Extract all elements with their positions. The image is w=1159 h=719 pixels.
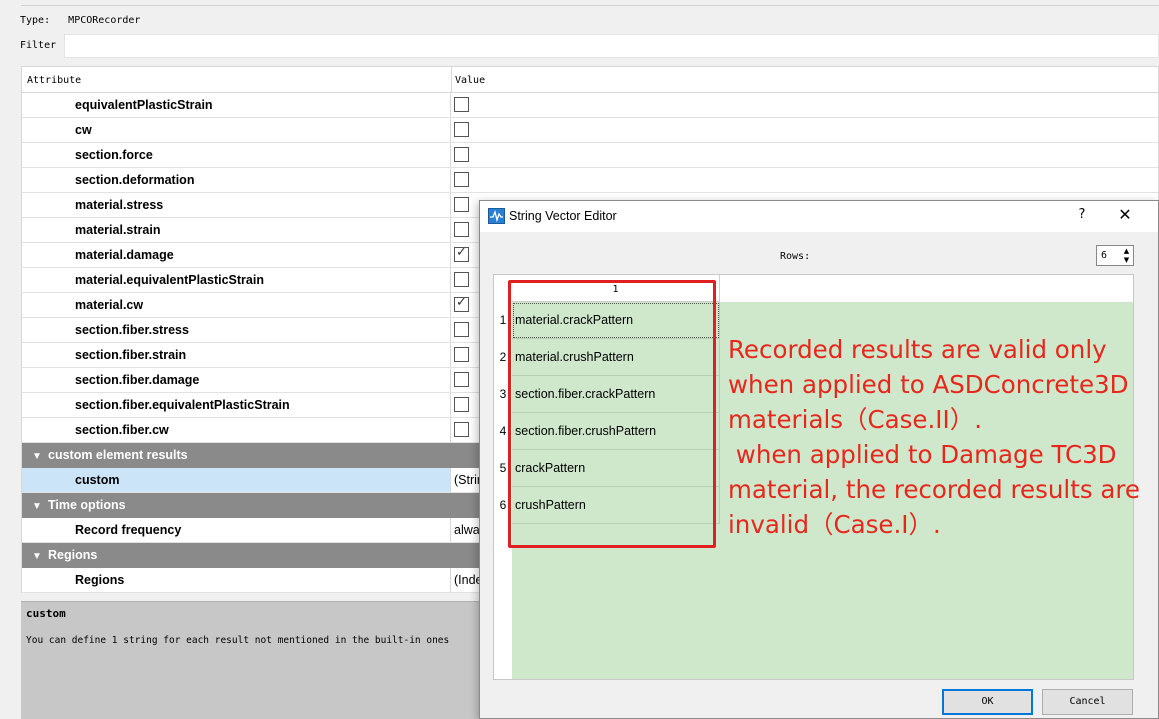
description-panel: custom You can define 1 string for each … (21, 601, 481, 719)
value-checkbox[interactable] (454, 197, 469, 212)
filter-input[interactable] (64, 34, 1159, 58)
collapse-arrow-icon[interactable]: ▼ (32, 494, 48, 519)
rows-label: Rows: (780, 251, 811, 262)
row-name: section.fiber.damage (22, 368, 451, 392)
close-icon[interactable]: ✕ (1116, 205, 1134, 224)
row-number[interactable]: 1 (494, 302, 512, 339)
dialog-titlebar[interactable]: String Vector Editor ? ✕ (480, 201, 1158, 232)
grid-header: Attribute Value (22, 67, 1158, 93)
annotation-text: Recorded results are valid only when app… (728, 335, 1140, 539)
row-name: section.fiber.stress (22, 318, 451, 342)
row-name: material.strain (22, 218, 451, 242)
value-checkbox[interactable] (454, 397, 469, 412)
section-label: Regions (48, 548, 98, 562)
ok-button[interactable]: OK (942, 689, 1033, 715)
row-name: section.fiber.strain (22, 343, 451, 367)
type-label: Type: (20, 15, 51, 26)
row-name: Record frequency (22, 518, 451, 542)
rows-spinbox[interactable]: 6 ▲ ▼ (1096, 245, 1134, 266)
row-name: section.fiber.equivalentPlasticStrain (22, 393, 451, 417)
help-icon[interactable]: ? (1074, 207, 1090, 222)
row-number[interactable]: 3 (494, 376, 512, 413)
description-text: You can define 1 string for each result … (26, 635, 450, 646)
attribute-column-header: Attribute (27, 75, 82, 86)
section-label: Time options (48, 498, 126, 512)
filter-label: Filter (20, 40, 57, 51)
table-cell[interactable]: crackPattern (512, 450, 720, 487)
value-checkbox[interactable] (454, 272, 469, 287)
grid-row[interactable]: section.deformation (22, 168, 1158, 193)
dialog-title: String Vector Editor (509, 209, 617, 223)
app-icon (488, 208, 505, 224)
row-name: equivalentPlasticStrain (22, 93, 451, 117)
value-checkbox[interactable] (454, 172, 469, 187)
value-checkbox[interactable] (454, 222, 469, 237)
grid-row[interactable]: section.force (22, 143, 1158, 168)
row-number[interactable]: 2 (494, 339, 512, 376)
section-label: custom element results (48, 448, 188, 462)
row-name: material.stress (22, 193, 451, 217)
value-checkbox[interactable] (454, 295, 469, 312)
table-cell[interactable]: material.crackPattern (512, 302, 720, 339)
column-header[interactable]: 1 (512, 275, 720, 302)
value-checkbox[interactable] (454, 347, 469, 362)
description-title: custom (26, 607, 66, 620)
value-checkbox[interactable] (454, 322, 469, 337)
row-name: section.fiber.cw (22, 418, 451, 442)
rows-value: 6 (1101, 250, 1108, 261)
row-name: cw (22, 118, 451, 142)
value-column-header: Value (455, 75, 486, 86)
grid-row[interactable]: equivalentPlasticStrain (22, 93, 1158, 118)
row-name: material.damage (22, 243, 451, 267)
spin-down-icon[interactable]: ▼ (1121, 256, 1132, 265)
value-checkbox[interactable] (454, 147, 469, 162)
table-cell[interactable]: material.crushPattern (512, 339, 720, 376)
value-checkbox[interactable] (454, 372, 469, 387)
value-checkbox[interactable] (454, 97, 469, 112)
value-checkbox[interactable] (454, 122, 469, 137)
cancel-button[interactable]: Cancel (1042, 689, 1133, 715)
table-cell[interactable]: crushPattern (512, 487, 720, 524)
row-name: material.cw (22, 293, 451, 317)
row-number[interactable]: 5 (494, 450, 512, 487)
row-name: Regions (22, 568, 451, 592)
collapse-arrow-icon[interactable]: ▼ (32, 544, 48, 569)
left-margin (0, 0, 21, 719)
grid-row[interactable]: cw (22, 118, 1158, 143)
type-row: Type: MPCORecorder (20, 15, 140, 29)
row-name: material.equivalentPlasticStrain (22, 268, 451, 292)
row-number[interactable]: 6 (494, 487, 512, 524)
row-number[interactable]: 4 (494, 413, 512, 450)
type-value: MPCORecorder (68, 15, 141, 26)
value-checkbox[interactable] (454, 245, 469, 262)
spin-up-icon[interactable]: ▲ (1121, 247, 1132, 256)
row-name: section.deformation (22, 168, 451, 192)
collapse-arrow-icon[interactable]: ▼ (32, 444, 48, 469)
table-cell[interactable]: section.fiber.crushPattern (512, 413, 720, 450)
row-name: section.force (22, 143, 451, 167)
value-checkbox[interactable] (454, 422, 469, 437)
top-divider (21, 5, 1159, 6)
row-name: custom (22, 468, 451, 492)
table-cell[interactable]: section.fiber.crackPattern (512, 376, 720, 413)
